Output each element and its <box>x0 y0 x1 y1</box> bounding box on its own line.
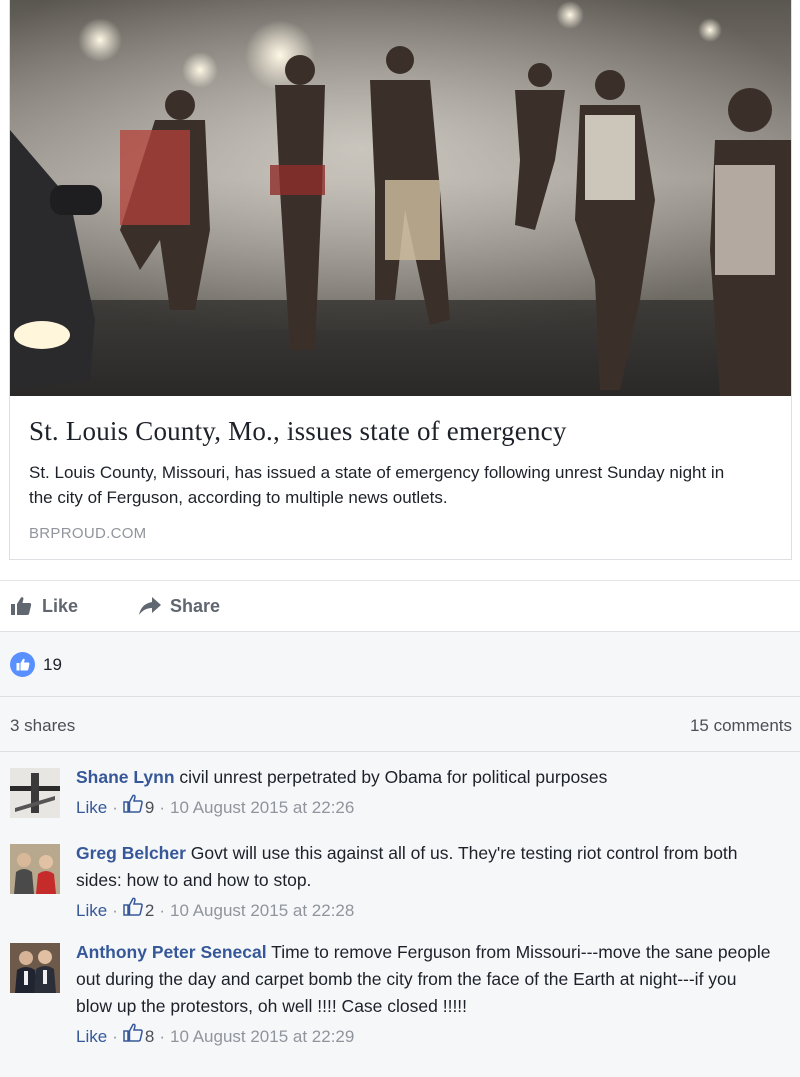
comment-like-link[interactable]: Like <box>76 897 107 924</box>
divider <box>0 696 800 697</box>
link-preview-card[interactable]: St. Louis County, Mo., issues state of e… <box>9 0 792 560</box>
comment-meta: Like · 2 · 10 August 2015 at 22:28 <box>76 897 776 924</box>
comment-body: Greg Belcher Govt will use this against … <box>76 840 776 924</box>
separator-dot: · <box>112 1027 118 1046</box>
separator-dot: · <box>159 901 165 920</box>
article-title[interactable]: St. Louis County, Mo., issues state of e… <box>29 416 567 447</box>
comment-body: Shane Lynn civil unrest perpetrated by O… <box>76 764 776 821</box>
separator-dot: · <box>159 1027 165 1046</box>
like-reaction-icon <box>10 652 35 677</box>
comment-timestamp[interactable]: 10 August 2015 at 22:26 <box>170 794 354 821</box>
avatar[interactable] <box>10 844 60 894</box>
share-arrow-icon <box>138 595 162 617</box>
article-description: St. Louis County, Missouri, has issued a… <box>29 463 725 507</box>
thumbs-up-outline-icon <box>123 794 143 821</box>
comment-timestamp[interactable]: 10 August 2015 at 22:29 <box>170 1023 354 1050</box>
reaction-count: 19 <box>43 654 62 674</box>
thumbs-up-outline-icon <box>123 1023 143 1050</box>
separator-dot: · <box>112 798 118 817</box>
thumbs-up-outline-icon <box>123 897 143 924</box>
article-photo[interactable] <box>10 0 791 396</box>
share-button[interactable]: Share <box>138 593 220 619</box>
comment-meta: Like · 8 · 10 August 2015 at 22:29 <box>76 1023 776 1050</box>
separator-dot: · <box>159 798 165 817</box>
comments-count[interactable]: 15 comments <box>690 716 792 736</box>
avatar[interactable] <box>10 943 60 993</box>
reaction-summary[interactable]: 19 <box>10 652 62 677</box>
thumbs-up-icon <box>10 595 34 617</box>
comment-author[interactable]: Greg Belcher <box>76 843 186 863</box>
like-label: Like <box>42 595 79 616</box>
comment-like-link[interactable]: Like <box>76 794 107 821</box>
comment-like-count[interactable]: 9 <box>145 794 154 821</box>
comment-author[interactable]: Anthony Peter Senecal <box>76 942 267 962</box>
comment-meta: Like · 9 · 10 August 2015 at 22:26 <box>76 794 776 821</box>
shares-count[interactable]: 3 shares <box>10 716 75 736</box>
separator-dot: · <box>112 901 118 920</box>
comment-body: Anthony Peter Senecal Time to remove Fer… <box>76 939 776 1050</box>
comment-text: civil unrest perpetrated by Obama for po… <box>179 767 608 787</box>
comment-like-count[interactable]: 8 <box>145 1023 154 1050</box>
comment-like-link[interactable]: Like <box>76 1023 107 1050</box>
comment-author[interactable]: Shane Lynn <box>76 767 175 787</box>
avatar[interactable] <box>10 768 60 818</box>
divider <box>0 751 800 752</box>
comment-timestamp[interactable]: 10 August 2015 at 22:28 <box>170 897 354 924</box>
share-label: Share <box>170 595 221 616</box>
post-action-bar: Like Share <box>0 580 800 632</box>
comment-like-count[interactable]: 2 <box>145 897 154 924</box>
article-domain: BRPROUD.COM <box>29 525 147 542</box>
feedback-panel: 19 3 shares 15 comments Shane Lynn civil… <box>0 632 800 1077</box>
like-button[interactable]: Like <box>10 593 78 619</box>
